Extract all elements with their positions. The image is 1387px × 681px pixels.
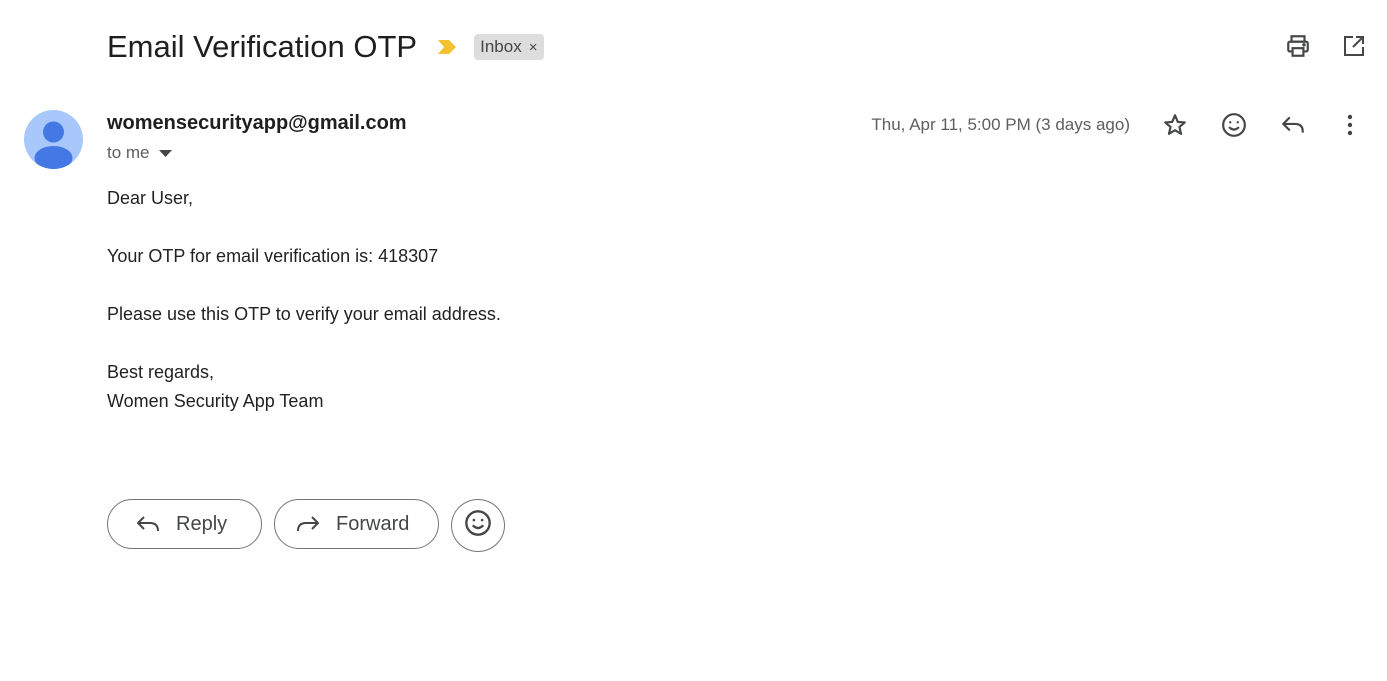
forward-button[interactable]: Forward xyxy=(274,499,439,549)
open-in-new-window-icon[interactable] xyxy=(1341,33,1367,59)
star-icon[interactable] xyxy=(1160,111,1190,139)
signature-line: Women Security App Team xyxy=(107,391,324,411)
reply-icon[interactable] xyxy=(1278,111,1308,139)
importance-marker-icon[interactable] xyxy=(437,39,457,55)
email-subject: Email Verification OTP xyxy=(107,29,418,64)
reply-button[interactable]: Reply xyxy=(107,499,262,549)
thread-toolbar xyxy=(1285,33,1367,59)
forward-button-label: Forward xyxy=(336,512,410,535)
caret-down-icon xyxy=(158,143,172,163)
email-view: Email Verification OTP Inbox × womensecu… xyxy=(0,0,1387,681)
more-vert-icon[interactable] xyxy=(1337,111,1363,139)
reply-button-label: Reply xyxy=(176,512,228,535)
emoji-icon xyxy=(464,509,492,543)
print-icon[interactable] xyxy=(1285,33,1311,59)
greeting: Dear User, xyxy=(107,188,194,208)
message-body: Dear User, Your OTP for email verificati… xyxy=(107,184,501,416)
otp-line: Your OTP for email verification is: 4183… xyxy=(107,246,439,266)
instruction-line: Please use this OTP to verify your email… xyxy=(107,304,501,324)
message-date: Thu, Apr 11, 5:00 PM (3 days ago) xyxy=(871,115,1130,134)
closing-line: Best regards, xyxy=(107,362,215,382)
sender-email[interactable]: womensecurityapp@gmail.com xyxy=(107,112,407,135)
sender-avatar[interactable] xyxy=(24,110,83,169)
remove-label-button[interactable]: × xyxy=(529,39,538,56)
reply-icon xyxy=(136,514,160,534)
inbox-label-chip[interactable]: Inbox × xyxy=(474,34,545,60)
recipient-text: to me xyxy=(107,143,150,162)
subject-row: Email Verification OTP Inbox × xyxy=(107,26,545,68)
forward-icon xyxy=(296,514,320,534)
message-actions xyxy=(1160,111,1363,139)
emoji-reaction-button[interactable] xyxy=(451,499,505,552)
recipient-details-toggle[interactable]: to me xyxy=(107,143,172,163)
reply-actions: Reply Forward xyxy=(107,499,505,552)
label-chip-text: Inbox xyxy=(480,37,522,56)
emoji-react-icon[interactable] xyxy=(1219,111,1249,139)
